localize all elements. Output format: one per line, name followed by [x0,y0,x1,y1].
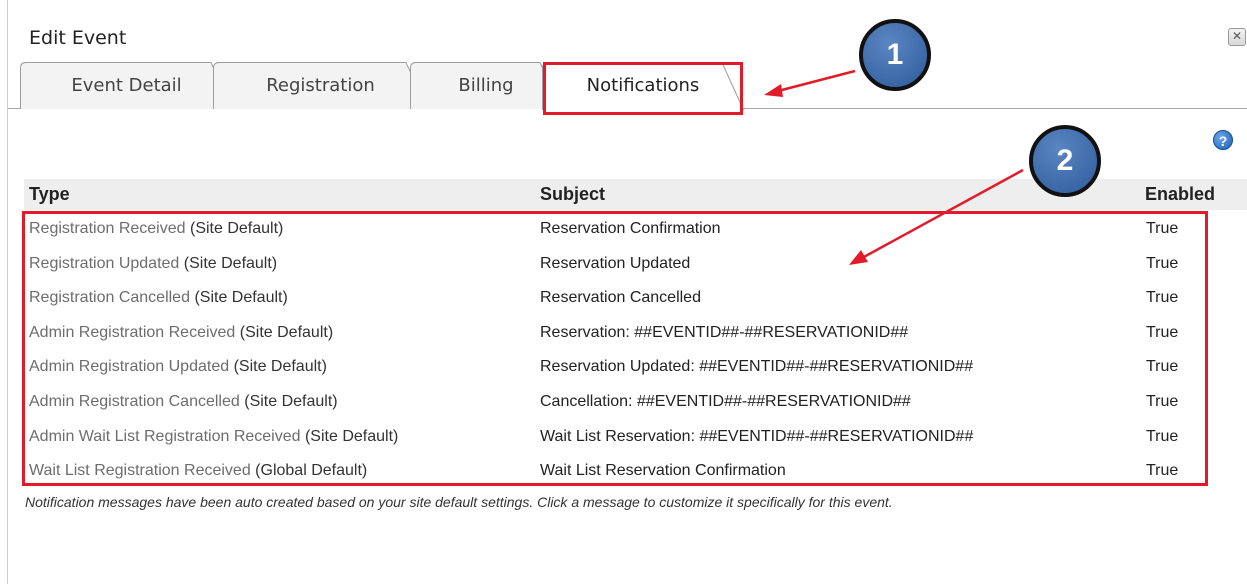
tab-label: Billing [458,75,514,96]
tab-label: Event Detail [71,75,182,96]
dialog-title: Edit Event [29,27,127,49]
close-icon[interactable]: ✕ [1228,28,1246,46]
step-badge-2: 2 [1029,125,1101,197]
tab-registration[interactable]: Registration [213,62,428,109]
column-header-enabled[interactable]: Enabled [1145,179,1215,210]
column-header-subject[interactable]: Subject [540,179,605,210]
help-icon[interactable]: ? [1213,130,1233,150]
footnote-text: Notification messages have been auto cre… [25,494,893,510]
tab-event-detail[interactable]: Event Detail [20,62,233,109]
tab-billing[interactable]: Billing [410,62,562,109]
annotation-box-tab [543,62,743,115]
step-badge-1: 1 [859,19,931,91]
tab-label: Registration [266,75,375,96]
annotation-box-table [22,211,1208,486]
column-header-type[interactable]: Type [29,179,70,210]
